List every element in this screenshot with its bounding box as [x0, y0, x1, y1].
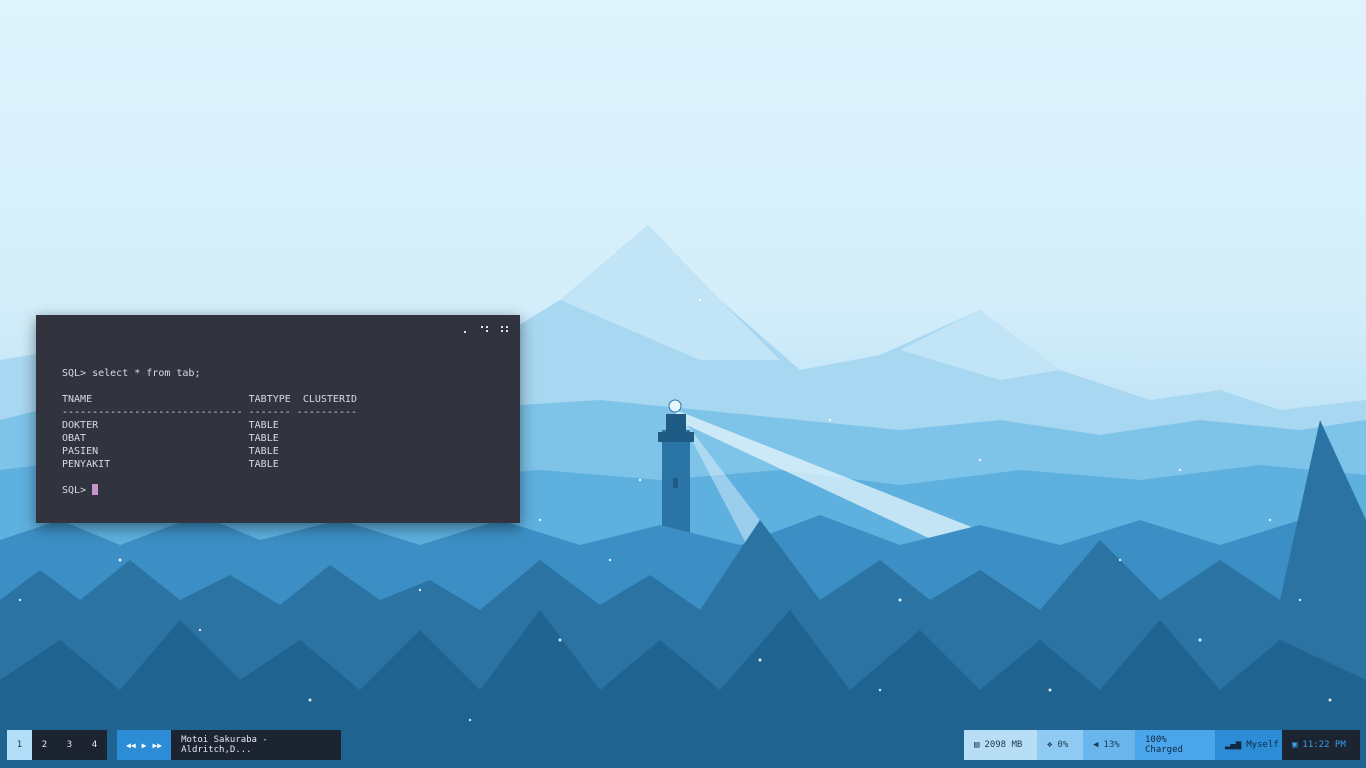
- maximize-button[interactable]: [480, 324, 490, 334]
- now-playing-title[interactable]: Motoi Sakuraba - Aldritch,D...: [171, 730, 342, 760]
- workspace-switcher: 1 2 3 4: [7, 730, 107, 760]
- volume-value: 13%: [1103, 740, 1120, 750]
- terminal-prompt-line[interactable]: SQL>: [62, 484, 357, 497]
- workspace-3[interactable]: 3: [57, 730, 82, 760]
- clock-module[interactable]: ▣ 11:22 PM: [1282, 730, 1360, 760]
- terminal-output[interactable]: SQL> select * from tab;​TNAME TABTYPE CL…: [62, 367, 357, 497]
- network-module[interactable]: ▂▄▆ Myself: [1215, 730, 1282, 760]
- window-controls: [460, 324, 510, 334]
- cpu-module[interactable]: ❖ 0%: [1037, 730, 1083, 760]
- terminal-window[interactable]: SQL> select * from tab;​TNAME TABTYPE CL…: [36, 315, 520, 523]
- calendar-icon: ▣: [1292, 740, 1298, 750]
- terminal-line: PENYAKIT TABLE: [62, 459, 279, 470]
- memory-module[interactable]: ▤ 2098 MB: [964, 730, 1037, 760]
- terminal-line: PASIEN TABLE: [62, 446, 279, 457]
- clock-time: 11:22 PM: [1302, 740, 1346, 750]
- volume-module[interactable]: ◀ 13%: [1083, 730, 1135, 760]
- media-player: ◀◀ ▶ ▶▶ Motoi Sakuraba - Aldritch,D...: [117, 730, 342, 760]
- rewind-icon[interactable]: ◀◀: [126, 741, 136, 750]
- sql-prompt: SQL>: [62, 485, 93, 496]
- signal-icon: ▂▄▆: [1225, 740, 1242, 750]
- terminal-line: ​: [62, 471, 357, 484]
- terminal-line: SQL> select * from tab;: [62, 368, 201, 379]
- workspace-1[interactable]: 1: [7, 730, 32, 760]
- memory-icon: ▤: [974, 740, 980, 750]
- terminal-line: DOKTER TABLE: [62, 420, 279, 431]
- minimize-button[interactable]: [460, 324, 470, 334]
- close-button[interactable]: [500, 324, 510, 334]
- terminal-line: OBAT TABLE: [62, 433, 279, 444]
- text-cursor: [92, 484, 99, 495]
- terminal-line: ------------------------------ ------- -…: [62, 407, 358, 418]
- memory-value: 2098 MB: [984, 740, 1023, 750]
- battery-value: 100% Charged: [1145, 735, 1183, 755]
- network-name: Myself: [1246, 740, 1279, 750]
- media-controls: ◀◀ ▶ ▶▶: [117, 730, 172, 760]
- fast-forward-icon[interactable]: ▶▶: [152, 741, 162, 750]
- cpu-icon: ❖: [1047, 740, 1053, 750]
- cpu-value: 0%: [1057, 740, 1069, 750]
- battery-module[interactable]: 100% Charged: [1135, 730, 1215, 760]
- play-icon[interactable]: ▶: [142, 741, 147, 750]
- terminal-line: ​: [62, 380, 357, 393]
- workspace-2[interactable]: 2: [32, 730, 57, 760]
- status-bar: ▤ 2098 MB ❖ 0% ◀ 13% 100% Charged ▂▄▆ My…: [964, 730, 1360, 760]
- workspace-4[interactable]: 4: [82, 730, 107, 760]
- terminal-line: TNAME TABTYPE CLUSTERID: [62, 394, 358, 405]
- speaker-icon: ◀: [1093, 740, 1099, 750]
